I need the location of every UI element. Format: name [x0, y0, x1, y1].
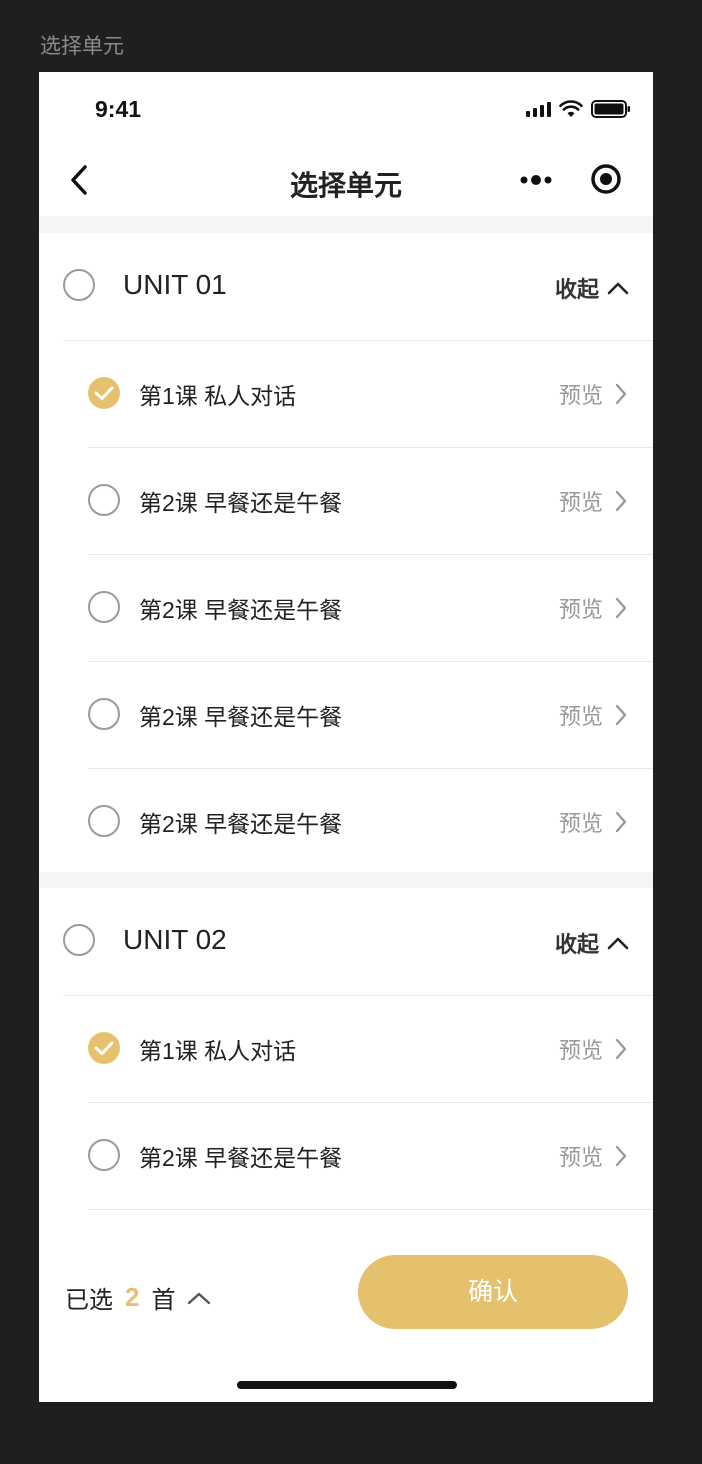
lesson-checkbox[interactable]: [88, 1139, 120, 1171]
preview-label: 预览: [558, 704, 603, 729]
section-gap: [39, 216, 653, 233]
preview-label: 预览: [558, 1145, 603, 1170]
lesson-checkbox[interactable]: [88, 484, 120, 516]
lesson-title: 第2课 早餐还是午餐: [139, 1145, 343, 1171]
preview-label: 预览: [558, 490, 603, 515]
lesson-row[interactable]: 第2课 早餐还是午餐 预览: [88, 769, 653, 875]
preview-link[interactable]: 预览: [559, 378, 627, 410]
preview-link[interactable]: 预览: [559, 592, 627, 624]
selected-count: 2: [125, 1282, 140, 1312]
preview-link[interactable]: 预览: [559, 1033, 627, 1065]
collapse-label: 收起: [554, 277, 599, 302]
lesson-title: 第2课 早餐还是午餐: [139, 811, 343, 837]
lesson-checkbox[interactable]: [88, 698, 120, 730]
preview-link[interactable]: 预览: [559, 485, 627, 517]
close-miniprogram-button[interactable]: [589, 162, 623, 201]
battery-icon: [591, 100, 630, 118]
lesson-checkbox[interactable]: [88, 377, 120, 409]
cellular-signal-icon: [526, 101, 551, 117]
collapse-label: 收起: [554, 932, 599, 957]
lesson-checkbox[interactable]: [88, 805, 120, 837]
selected-suffix: 首: [151, 1287, 176, 1314]
chevron-right-icon: [615, 1145, 627, 1167]
preview-label: 预览: [558, 811, 603, 836]
status-icons: [526, 99, 631, 119]
record-icon: [591, 164, 621, 194]
chevron-right-icon: [615, 704, 627, 726]
lesson-row[interactable]: 第2课 早餐还是午餐 预览: [88, 555, 653, 662]
section-gap: [39, 872, 653, 888]
check-icon: [94, 1041, 114, 1055]
preview-link[interactable]: 预览: [559, 806, 627, 838]
lesson-row[interactable]: 第1课 私人对话 预览: [88, 996, 653, 1103]
lesson-checkbox[interactable]: [88, 1032, 120, 1064]
lesson-row[interactable]: 第1课 私人对话 预览: [88, 341, 653, 448]
chevron-right-icon: [615, 811, 627, 833]
unit-select-radio[interactable]: [63, 924, 95, 956]
preview-link[interactable]: 预览: [559, 1140, 627, 1172]
collapse-toggle[interactable]: 收起: [555, 272, 629, 304]
chevron-up-icon: [607, 282, 629, 295]
chevron-right-icon: [615, 490, 627, 512]
lesson-title: 第2课 早餐还是午餐: [139, 490, 343, 516]
more-button[interactable]: [519, 166, 555, 194]
check-icon: [94, 386, 114, 400]
page-title: 选择单元: [289, 170, 402, 201]
lesson-row[interactable]: 第2课 早餐还是午餐 预览: [88, 1103, 653, 1210]
selected-prefix: 已选: [65, 1287, 113, 1314]
lesson-checkbox[interactable]: [88, 591, 120, 623]
lesson-title: 第1课 私人对话: [139, 383, 297, 409]
preview-label: 预览: [558, 383, 603, 408]
home-indicator: [237, 1381, 457, 1389]
unit-select-radio[interactable]: [63, 269, 95, 301]
preview-label: 预览: [558, 597, 603, 622]
unit-header: UNIT 02 收起: [63, 888, 653, 996]
unit-title: UNIT 01: [123, 269, 227, 300]
frame-label: 选择单元: [40, 35, 124, 58]
lesson-row[interactable]: 第2课 早餐还是午餐 预览: [88, 662, 653, 769]
lesson-title: 第2课 早餐还是午餐: [139, 597, 343, 623]
lesson-title: 第2课 早餐还是午餐: [139, 704, 343, 730]
unit-card: UNIT 02 收起 第1课 私人对话 预览 第2课 早餐还是午餐 预览: [39, 888, 653, 1210]
unit-title: UNIT 02: [123, 924, 227, 955]
selected-summary[interactable]: 已选 2 首: [65, 1280, 211, 1315]
chevron-right-icon: [615, 597, 627, 619]
phone-screen: 9:41 选择单元 UNIT 01 收起 第1课 私人对话 预览 第2课 早餐还…: [39, 72, 653, 1402]
status-time: 9:41: [95, 96, 142, 122]
preview-label: 预览: [558, 1038, 603, 1063]
chevron-up-icon: [188, 1292, 211, 1304]
chevron-right-icon: [615, 1038, 627, 1060]
wifi-icon: [559, 100, 583, 117]
unit-header: UNIT 01 收起: [63, 233, 653, 341]
nav-bar: 选择单元: [39, 144, 653, 216]
chevron-right-icon: [615, 383, 627, 405]
preview-link[interactable]: 预览: [559, 699, 627, 731]
more-dots-icon: [520, 175, 552, 185]
lesson-title: 第1课 私人对话: [139, 1038, 297, 1064]
lesson-row[interactable]: 第2课 早餐还是午餐 预览: [88, 448, 653, 555]
bottom-bar: 已选 2 首 确认: [39, 1240, 653, 1402]
confirm-button[interactable]: 确认: [358, 1255, 628, 1329]
collapse-toggle[interactable]: 收起: [555, 927, 629, 959]
unit-card: UNIT 01 收起 第1课 私人对话 预览 第2课 早餐还是午餐 预览 第2课…: [39, 233, 653, 875]
chevron-up-icon: [607, 937, 629, 950]
